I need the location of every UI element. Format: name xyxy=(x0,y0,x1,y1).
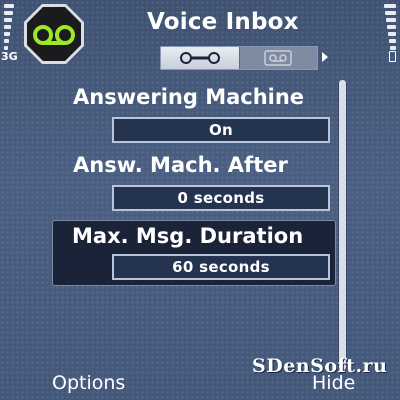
network-type: 3G xyxy=(1,50,18,63)
tab-next-arrow-icon[interactable] xyxy=(322,52,328,62)
page-title: Voice Inbox xyxy=(147,9,299,35)
hide-softkey[interactable]: Hide xyxy=(312,372,355,394)
scrollbar[interactable] xyxy=(338,80,347,370)
battery-icon xyxy=(389,51,396,62)
setting-value-max-duration[interactable]: 60 seconds xyxy=(112,254,330,280)
scrollbar-thumb[interactable] xyxy=(339,80,346,370)
tab-messages[interactable] xyxy=(238,47,317,69)
setting-value-answer-after[interactable]: 0 seconds xyxy=(112,185,330,211)
setting-label-max-duration[interactable]: Max. Msg. Duration xyxy=(72,224,303,248)
options-softkey[interactable]: Options xyxy=(52,372,125,394)
tab-settings[interactable] xyxy=(161,47,239,69)
battery-indicator xyxy=(384,4,396,54)
setting-label-answer-after[interactable]: Answ. Mach. After xyxy=(73,153,288,177)
tab-strip xyxy=(160,46,318,70)
setting-label-answering-machine[interactable]: Answering Machine xyxy=(73,85,304,109)
voicemail-icon xyxy=(264,50,292,66)
voicemail-icon xyxy=(22,2,86,66)
wrench-icon xyxy=(179,52,220,64)
signal-strength-indicator xyxy=(4,4,14,54)
setting-value-answering-machine[interactable]: On xyxy=(112,117,330,143)
